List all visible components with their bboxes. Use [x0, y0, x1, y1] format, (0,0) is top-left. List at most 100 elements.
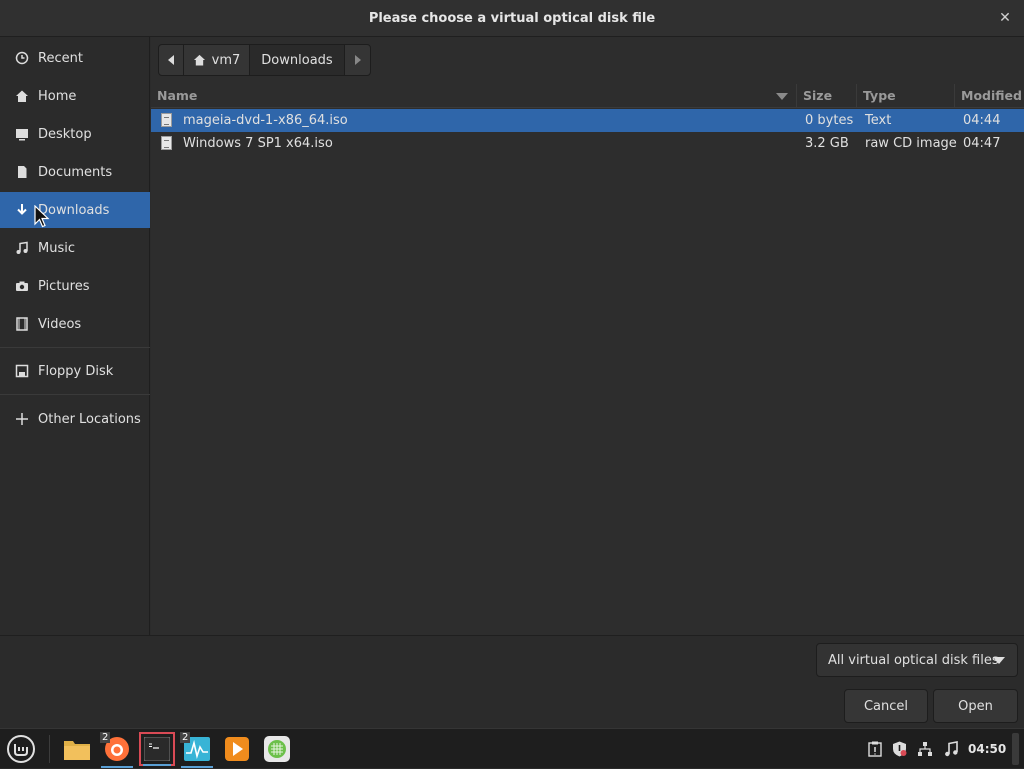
- file-type-filter-select[interactable]: All virtual optical disk files: [816, 643, 1018, 677]
- file-type: raw CD image: [865, 136, 957, 151]
- sidebar-item-desktop[interactable]: Desktop: [0, 116, 150, 152]
- file-list-header: Name Size Type Modified: [151, 84, 1024, 108]
- sidebar-divider: [0, 347, 150, 348]
- path-bar: vm7 Downloads: [158, 44, 371, 76]
- filter-label: All virtual optical disk files: [828, 652, 999, 668]
- file-chooser-dialog: Please choose a virtual optical disk fil…: [0, 0, 1024, 728]
- sidebar-item-music[interactable]: Music: [0, 230, 150, 266]
- taskbar-media-player[interactable]: [219, 732, 255, 766]
- file-modified: 04:44: [963, 113, 1001, 128]
- document-icon: [14, 164, 30, 180]
- floppy-icon: [14, 363, 30, 379]
- path-forward-button[interactable]: [345, 45, 370, 75]
- music-icon: [14, 240, 30, 256]
- sidebar-item-home[interactable]: Home: [0, 78, 150, 114]
- tray-clipboard[interactable]: [865, 729, 885, 769]
- column-name-label: Name: [157, 88, 198, 103]
- path-current-button[interactable]: Downloads: [250, 45, 345, 75]
- sidebar-item-label: Floppy Disk: [38, 363, 114, 379]
- sidebar-item-label: Other Locations: [38, 411, 141, 427]
- film-icon: [14, 316, 30, 332]
- sidebar-item-label: Recent: [38, 50, 83, 66]
- taskbar-system-monitor[interactable]: 2: [179, 732, 215, 768]
- active-indicator: [143, 764, 171, 766]
- open-button[interactable]: Open: [933, 689, 1018, 723]
- clock-icon: [14, 50, 30, 66]
- file-row[interactable]: Windows 7 SP1 x64.iso 3.2 GB raw CD imag…: [151, 132, 1024, 155]
- network-icon: [918, 742, 932, 756]
- column-header-modified[interactable]: Modified: [955, 84, 1024, 108]
- desktop-icon: [14, 126, 30, 142]
- sidebar-item-floppy-disk[interactable]: Floppy Disk: [0, 353, 150, 389]
- tray-update-manager[interactable]: [889, 729, 909, 769]
- taskbar-virtualbox[interactable]: [259, 732, 295, 766]
- home-icon: [193, 54, 205, 66]
- terminal-icon: [144, 737, 170, 761]
- sidebar-item-label: Home: [38, 88, 77, 104]
- chevron-left-icon: [168, 55, 174, 65]
- sidebar-item-documents[interactable]: Documents: [0, 154, 150, 190]
- clipboard-icon: [868, 741, 882, 757]
- places-sidebar: Recent Home Desktop Documents Downloads: [0, 37, 150, 635]
- menu-button[interactable]: [3, 732, 39, 766]
- taskbar-divider: [49, 735, 50, 763]
- file-modified: 04:47: [963, 136, 1001, 151]
- file-size: 0 bytes: [805, 113, 854, 128]
- text-file-icon: [161, 113, 172, 127]
- show-desktop-button[interactable]: [1012, 733, 1019, 765]
- disk-image-file-icon: [161, 136, 172, 150]
- tray-sound[interactable]: [941, 729, 961, 769]
- taskbar-clock[interactable]: 04:50: [968, 729, 1006, 769]
- sort-down-icon: [776, 93, 788, 100]
- column-header-size[interactable]: Size: [797, 84, 856, 108]
- shield-icon: [892, 741, 906, 757]
- sidebar-item-label: Videos: [38, 316, 82, 332]
- taskbar-firefox[interactable]: 2: [99, 732, 135, 768]
- sidebar-item-downloads[interactable]: Downloads: [0, 192, 150, 228]
- sidebar-item-label: Pictures: [38, 278, 90, 294]
- tray-network[interactable]: [914, 729, 936, 769]
- mint-logo-icon: [7, 735, 35, 763]
- title-bar: Please choose a virtual optical disk fil…: [0, 0, 1024, 37]
- sidebar-divider: [0, 394, 150, 395]
- file-type: Text: [865, 113, 892, 128]
- sidebar-item-label: Music: [38, 240, 75, 256]
- home-icon: [14, 88, 30, 104]
- plus-icon: [14, 411, 30, 427]
- camera-icon: [14, 278, 30, 294]
- path-home-button[interactable]: vm7: [184, 45, 250, 75]
- sidebar-item-pictures[interactable]: Pictures: [0, 268, 150, 304]
- chevron-right-icon: [354, 55, 361, 65]
- sidebar-item-label: Documents: [38, 164, 113, 180]
- path-current-label: Downloads: [261, 52, 333, 68]
- cancel-button[interactable]: Cancel: [844, 689, 928, 723]
- window-count-badge: 2: [180, 732, 191, 743]
- sidebar-item-videos[interactable]: Videos: [0, 306, 150, 342]
- column-header-type[interactable]: Type: [857, 84, 953, 108]
- dialog-footer: All virtual optical disk files Cancel Op…: [0, 635, 1024, 728]
- mouse-pointer-icon: [34, 205, 50, 228]
- file-name: Windows 7 SP1 x64.iso: [183, 136, 333, 151]
- dialog-title: Please choose a virtual optical disk fil…: [368, 10, 656, 26]
- taskbar-terminal[interactable]: [139, 732, 175, 766]
- file-row[interactable]: mageia-dvd-1-x86_64.iso 0 bytes Text 04:…: [151, 109, 1024, 132]
- file-size: 3.2 GB: [805, 136, 849, 151]
- file-name: mageia-dvd-1-x86_64.iso: [183, 113, 348, 128]
- download-icon: [14, 202, 30, 218]
- chevron-down-icon: [993, 657, 1005, 664]
- folder-icon: [64, 741, 90, 760]
- sidebar-item-other-locations[interactable]: Other Locations: [0, 401, 150, 437]
- path-back-button[interactable]: [159, 45, 184, 75]
- virtualbox-icon: [264, 736, 290, 762]
- taskbar: 2 2 04:50: [0, 728, 1024, 768]
- path-home-label: vm7: [211, 52, 241, 68]
- music-icon: [945, 741, 958, 757]
- window-count-badge: 2: [100, 732, 111, 743]
- close-icon[interactable]: ✕: [996, 9, 1014, 27]
- play-icon: [225, 737, 249, 761]
- taskbar-files[interactable]: [59, 732, 95, 766]
- sidebar-item-label: Desktop: [38, 126, 92, 142]
- sidebar-item-recent[interactable]: Recent: [0, 40, 150, 76]
- column-header-name[interactable]: Name: [151, 84, 796, 108]
- file-browser-pane: vm7 Downloads Name Size Type Modified ma…: [151, 37, 1024, 635]
